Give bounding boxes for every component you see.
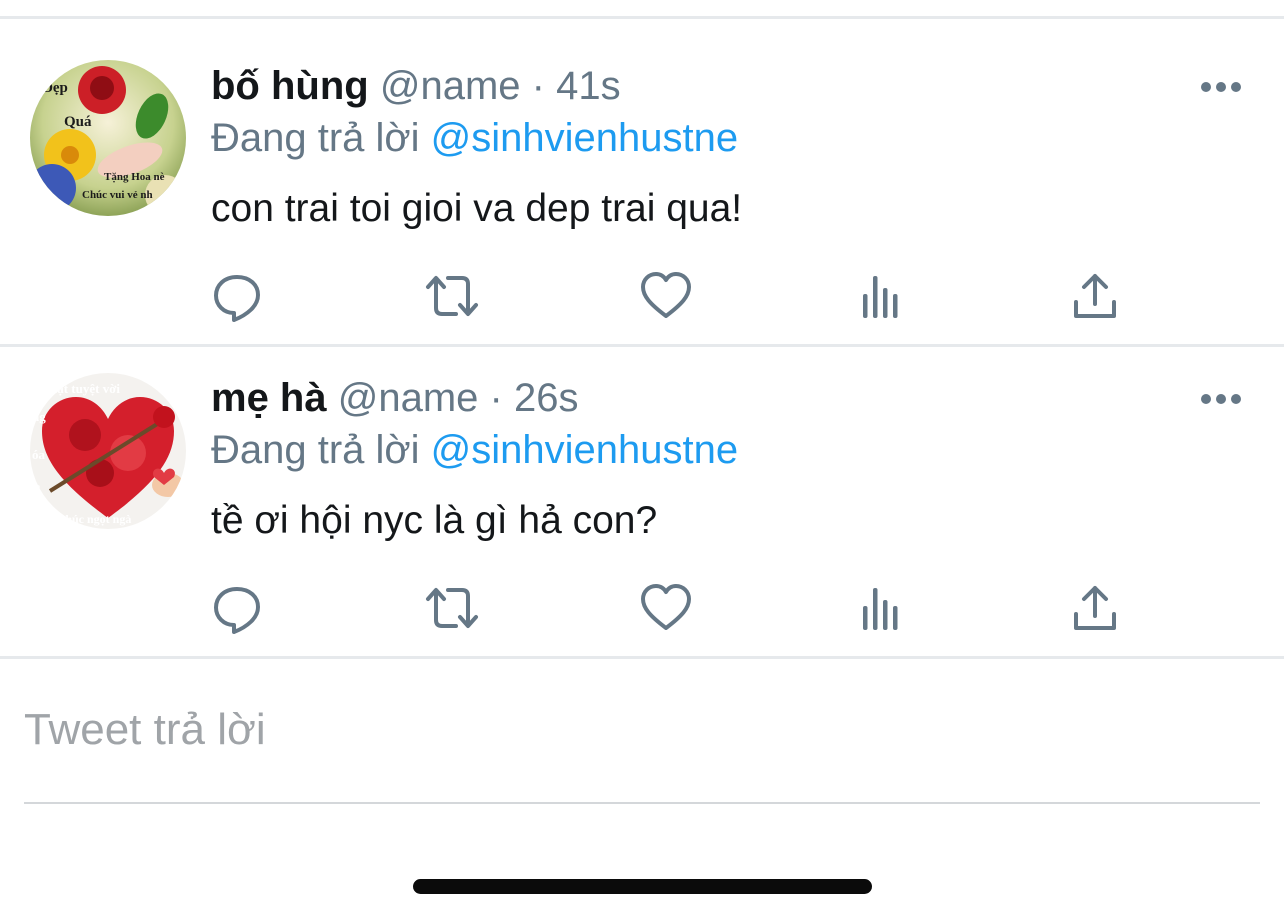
share-button[interactable] [1067,268,1123,324]
home-indicator[interactable] [413,879,872,894]
separator: · [531,64,545,108]
like-icon [641,584,691,630]
like-button[interactable] [638,268,694,324]
tweet-actions [0,580,1284,640]
mention-link[interactable]: @sinhvienhustne [431,428,738,472]
reply-button[interactable] [209,580,265,636]
handle[interactable]: @name [338,376,479,420]
tweet-actions [0,268,1284,328]
top-divider [0,16,1284,19]
replying-to-label: Đang trả lời [211,116,420,160]
tweet-header: bố hùng @name · 41s [211,64,621,109]
reply-icon [214,587,260,634]
tweet-text: con trai toi gioi va dep trai qua! [211,187,743,230]
avatar[interactable]: hật tuyệt vời ng óa a chúc ngọt ngà [30,373,186,529]
replying-to: Đang trả lời @sinhvienhustne [211,116,738,161]
replying-to-label: Đang trả lời [211,428,420,472]
more-icon [1201,394,1241,404]
handle[interactable]: @name [380,64,521,108]
reply-button[interactable] [209,268,265,324]
display-name[interactable]: mẹ hà [211,376,327,420]
avatar-text: Quá [64,114,92,130]
avatar-flowers-image: Đẹp Quá Tặng Hoa nè Chúc vui vẻ nh [30,60,186,216]
avatar-text: chúc ngọt ngà [60,512,131,526]
analytics-button[interactable] [853,580,909,636]
avatar-text: Tặng Hoa nè [104,171,165,183]
analytics-icon [863,276,898,318]
tweet-header: mẹ hà @name · 26s [211,376,578,421]
avatar-rose-heart-image: hật tuyệt vời ng óa a chúc ngọt ngà [30,373,186,529]
avatar-text: a [34,479,41,494]
analytics-icon [863,588,898,630]
avatar-text: hật tuyệt vời [50,381,120,396]
more-icon [1201,82,1241,92]
reply-icon [214,275,260,322]
like-icon [641,272,691,318]
mention-link[interactable]: @sinhvienhustne [431,116,738,160]
more-options-button[interactable] [1198,78,1244,96]
analytics-button[interactable] [853,268,909,324]
avatar-text: óa [32,447,46,462]
like-button[interactable] [638,580,694,636]
reply-input-underline [24,802,1260,804]
reply-input[interactable]: Tweet trả lời [24,705,266,755]
share-icon [1074,586,1116,630]
retweet-button[interactable] [424,268,480,324]
timestamp[interactable]: 41s [556,64,621,108]
more-options-button[interactable] [1198,390,1244,408]
avatar[interactable]: Đẹp Quá Tặng Hoa nè Chúc vui vẻ nh [30,60,186,216]
avatar-text: Đẹp [42,80,68,96]
reply-thread-screen: Đẹp Quá Tặng Hoa nè Chúc vui vẻ nh bố hù… [0,0,1284,918]
avatar-text: Chúc vui vẻ nh [82,189,153,201]
retweet-button[interactable] [424,580,480,636]
retweet-icon [426,588,478,628]
tweet-text: tề ơi hội nyc là gì hả con? [211,499,658,542]
replying-to: Đang trả lời @sinhvienhustne [211,428,738,473]
separator: · [489,376,503,420]
avatar-text: ng [32,409,46,424]
share-icon [1074,274,1116,318]
tweet-divider [0,656,1284,659]
display-name[interactable]: bố hùng [211,64,369,108]
tweet-divider [0,344,1284,347]
timestamp[interactable]: 26s [514,376,579,420]
share-button[interactable] [1067,580,1123,636]
retweet-icon [426,276,478,316]
